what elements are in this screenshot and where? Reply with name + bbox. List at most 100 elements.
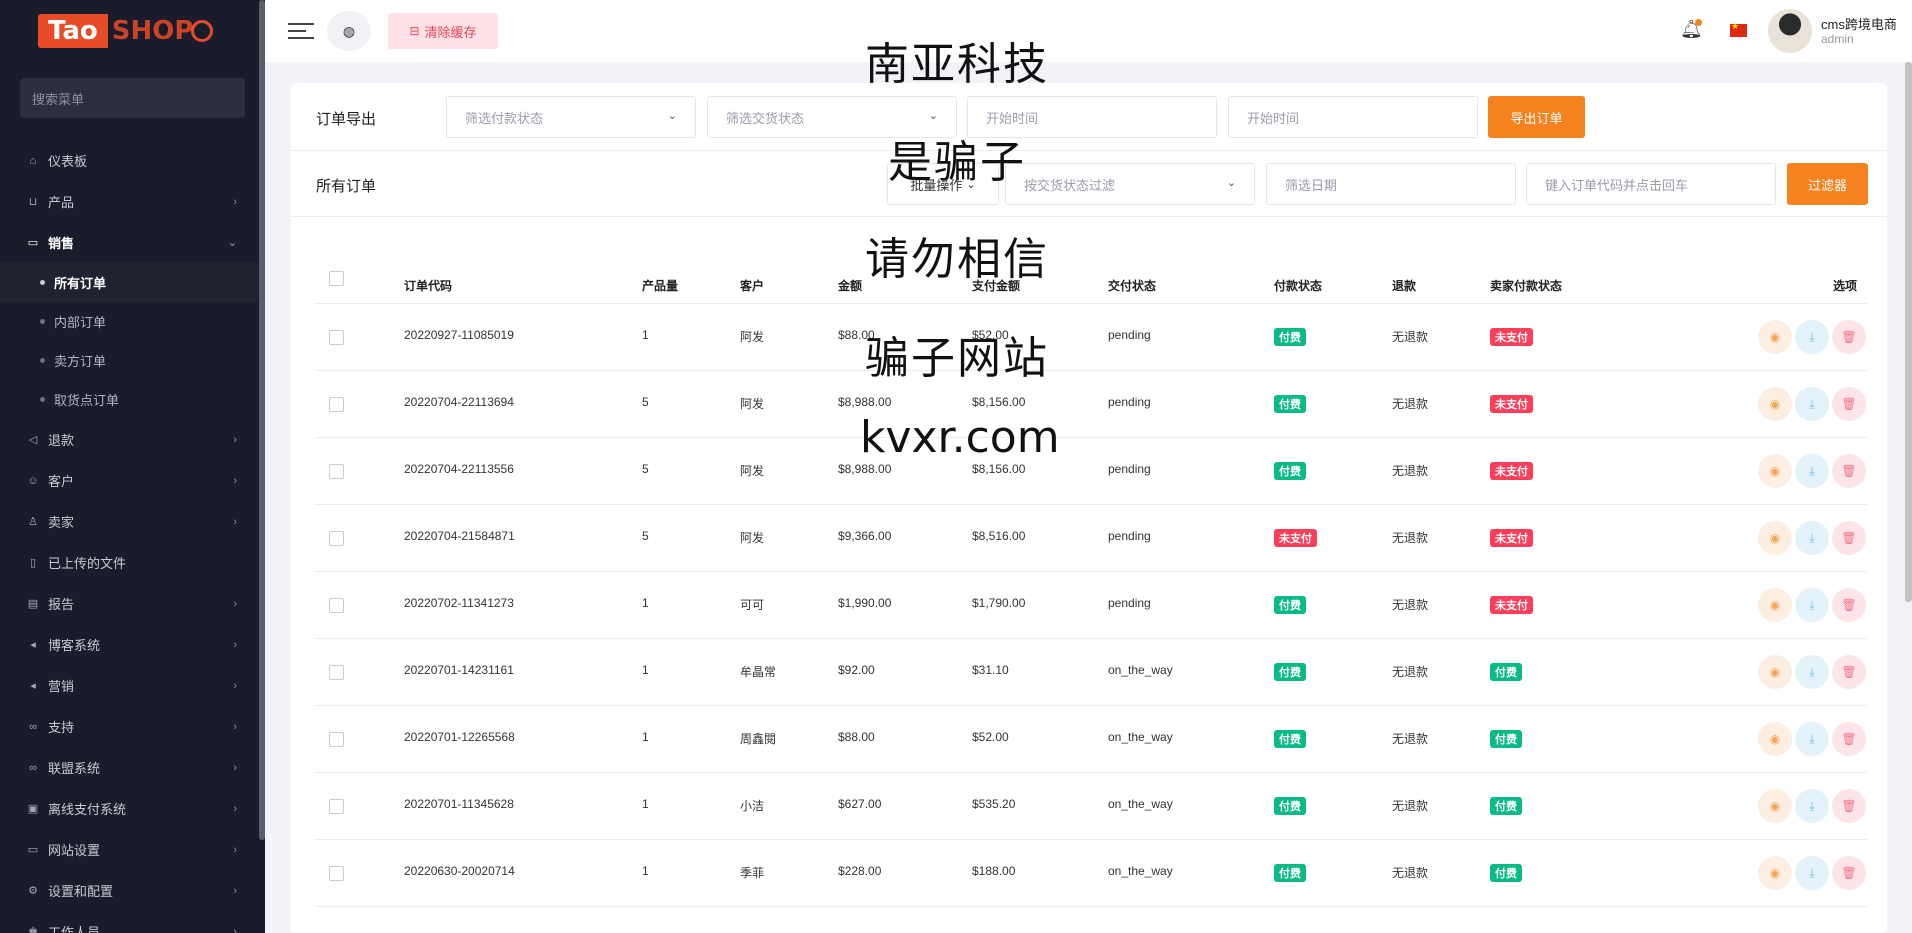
report-icon: ▤ [27, 598, 39, 610]
main-scrollbar[interactable] [1905, 62, 1912, 602]
eye-icon[interactable]: ◉ [1758, 655, 1792, 689]
trash-icon[interactable]: 🗑︎ [1832, 454, 1866, 488]
download-icon[interactable]: ⤓ [1795, 454, 1829, 488]
cell-order-code[interactable]: 20220702-11341273 [404, 596, 514, 610]
download-icon[interactable]: ⤓ [1795, 722, 1829, 756]
sidebar-item-affiliate[interactable]: ∞ 联盟系统 › [0, 747, 265, 788]
eye-icon[interactable]: ◉ [1758, 521, 1792, 555]
cell-order-code[interactable]: 20220701-14231161 [404, 663, 514, 677]
download-icon[interactable]: ⤓ [1795, 789, 1829, 823]
sidebar-subitem-pickup-orders[interactable]: 取货点订单 [0, 380, 265, 419]
sidebar-item-staff[interactable]: ♚ 工作人员 › [0, 911, 265, 933]
cell-order-code[interactable]: 20220927-11085019 [404, 328, 514, 342]
cell-order-code[interactable]: 20220701-12265568 [404, 730, 515, 744]
cell-order-code[interactable]: 20220704-22113694 [404, 395, 514, 409]
eye-icon[interactable]: ◉ [1758, 588, 1792, 622]
sidebar-subitem-inhouse-orders[interactable]: 内部订单 [0, 302, 265, 341]
th-customer[interactable]: 客户 [740, 277, 764, 294]
eye-icon[interactable]: ◉ [1758, 856, 1792, 890]
row-checkbox[interactable] [329, 866, 344, 881]
sidebar-item-sellers[interactable]: ♙ 卖家 › [0, 501, 265, 542]
avatar[interactable] [1768, 9, 1812, 53]
row-checkbox[interactable] [329, 531, 344, 546]
cell-order-code[interactable]: 20220701-11345628 [404, 797, 514, 811]
select-all-checkbox[interactable] [329, 271, 344, 286]
sidebar-item-dashboard[interactable]: ⌂ 仪表板 [0, 140, 265, 181]
brand-logo[interactable]: Tao SHOP [0, 0, 265, 62]
download-icon[interactable]: ⤓ [1795, 655, 1829, 689]
eye-icon[interactable]: ◉ [1758, 387, 1792, 421]
bell-icon[interactable]: 🔔︎ [1680, 19, 1703, 43]
sidebar-item-website-setup[interactable]: ▭ 网站设置 › [0, 829, 265, 870]
th-refund[interactable]: 退款 [1392, 277, 1416, 294]
filter-date-input[interactable]: 筛选日期 [1266, 163, 1516, 205]
trash-icon[interactable]: 🗑︎ [1832, 789, 1866, 823]
clear-cache-button[interactable]: ⊟ 清除缓存 [388, 13, 498, 49]
eye-icon[interactable]: ◉ [1758, 722, 1792, 756]
sidebar-subitem-all-orders[interactable]: 所有订单 [0, 263, 265, 302]
trash-icon[interactable]: 🗑︎ [1832, 722, 1866, 756]
chevron-right-icon: › [233, 195, 237, 208]
trash-icon[interactable]: 🗑︎ [1832, 655, 1866, 689]
trash-icon[interactable]: 🗑︎ [1832, 588, 1866, 622]
cell-refund: 无退款 [1392, 531, 1429, 545]
payment-status-select[interactable]: 筛选付款状态 ⌄ [446, 96, 696, 138]
filter-button[interactable]: 过滤器 [1787, 163, 1868, 205]
filter-delivery-select[interactable]: 按交货状态过滤 ⌄ [1005, 163, 1255, 205]
table-row: 20220701-12265568 1 周鑫閱 $88.00 $52.00 on_the_… [315, 706, 1868, 773]
export-orders-button[interactable]: 导出订单 [1488, 96, 1585, 138]
menu-search-input[interactable]: 搜索菜单 [20, 78, 245, 118]
row-checkbox[interactable] [329, 732, 344, 747]
eye-icon[interactable]: ◉ [1758, 320, 1792, 354]
sidebar-item-reports[interactable]: ▤ 报告 › [0, 583, 265, 624]
trash-icon[interactable]: 🗑︎ [1832, 856, 1866, 890]
globe-icon[interactable]: ◍ [327, 11, 371, 51]
cell-customer: 小洁 [740, 799, 765, 813]
cell-order-code[interactable]: 20220630-20020714 [404, 864, 515, 878]
download-icon[interactable]: ⤓ [1795, 521, 1829, 555]
th-amount[interactable]: 金额 [838, 277, 862, 294]
trash-icon[interactable]: 🗑︎ [1832, 521, 1866, 555]
sidebar-item-settings[interactable]: ⚙ 设置和配置 › [0, 870, 265, 911]
row-checkbox[interactable] [329, 799, 344, 814]
eye-icon[interactable]: ◉ [1758, 789, 1792, 823]
menu-toggle-icon[interactable] [288, 21, 314, 41]
order-code-search-input[interactable]: 键入订单代码并点击回车 [1526, 163, 1776, 205]
sidebar-subitem-seller-orders[interactable]: 卖方订单 [0, 341, 265, 380]
download-icon[interactable]: ⤓ [1795, 856, 1829, 890]
trash-icon[interactable]: 🗑︎ [1832, 387, 1866, 421]
sidebar-item-uploaded-files[interactable]: ▯ 已上传的文件 [0, 542, 265, 583]
download-icon[interactable]: ⤓ [1795, 387, 1829, 421]
end-time-input[interactable]: 开始时间 [1228, 96, 1478, 138]
download-icon[interactable]: ⤓ [1795, 588, 1829, 622]
row-checkbox[interactable] [329, 397, 344, 412]
cell-order-code[interactable]: 20220704-22113556 [404, 462, 514, 476]
row-checkbox[interactable] [329, 665, 344, 680]
user-name[interactable]: cms跨境电商 [1821, 14, 1897, 33]
sidebar-item-blog[interactable]: ◂ 博客系统 › [0, 624, 265, 665]
chevron-down-icon: ⌄ [227, 237, 237, 249]
th-seller-payment-status[interactable]: 卖家付款状态 [1490, 277, 1562, 294]
trash-icon[interactable]: 🗑︎ [1832, 320, 1866, 354]
sidebar-item-marketing[interactable]: ◂ 营销 › [0, 665, 265, 706]
th-payment-status[interactable]: 付款状态 [1274, 277, 1322, 294]
sidebar-item-refunds[interactable]: ◁ 退款 › [0, 419, 265, 460]
sidebar-item-sales[interactable]: ▭ 销售 ⌄ [0, 222, 265, 263]
cell-customer: 阿发 [740, 330, 765, 344]
china-flag-icon[interactable] [1730, 21, 1747, 37]
sidebar-item-products[interactable]: ⊔ 产品 › [0, 181, 265, 222]
sidebar-scrollbar[interactable] [259, 0, 265, 840]
th-delivery-status[interactable]: 交付状态 [1108, 277, 1156, 294]
th-quantity[interactable]: 产品量 [642, 277, 678, 294]
cell-paid-amount: $31.10 [972, 663, 1009, 677]
sidebar-item-offline-payment[interactable]: ▣ 离线支付系统 › [0, 788, 265, 829]
cell-order-code[interactable]: 20220704-21584871 [404, 529, 515, 543]
row-checkbox[interactable] [329, 330, 344, 345]
th-order-code[interactable]: 订单代码 [404, 277, 452, 294]
sidebar-item-customers[interactable]: ☺ 客户 › [0, 460, 265, 501]
sidebar-item-support[interactable]: ∞ 支持 › [0, 706, 265, 747]
download-icon[interactable]: ⤓ [1795, 320, 1829, 354]
eye-icon[interactable]: ◉ [1758, 454, 1792, 488]
row-checkbox[interactable] [329, 464, 344, 479]
row-checkbox[interactable] [329, 598, 344, 613]
